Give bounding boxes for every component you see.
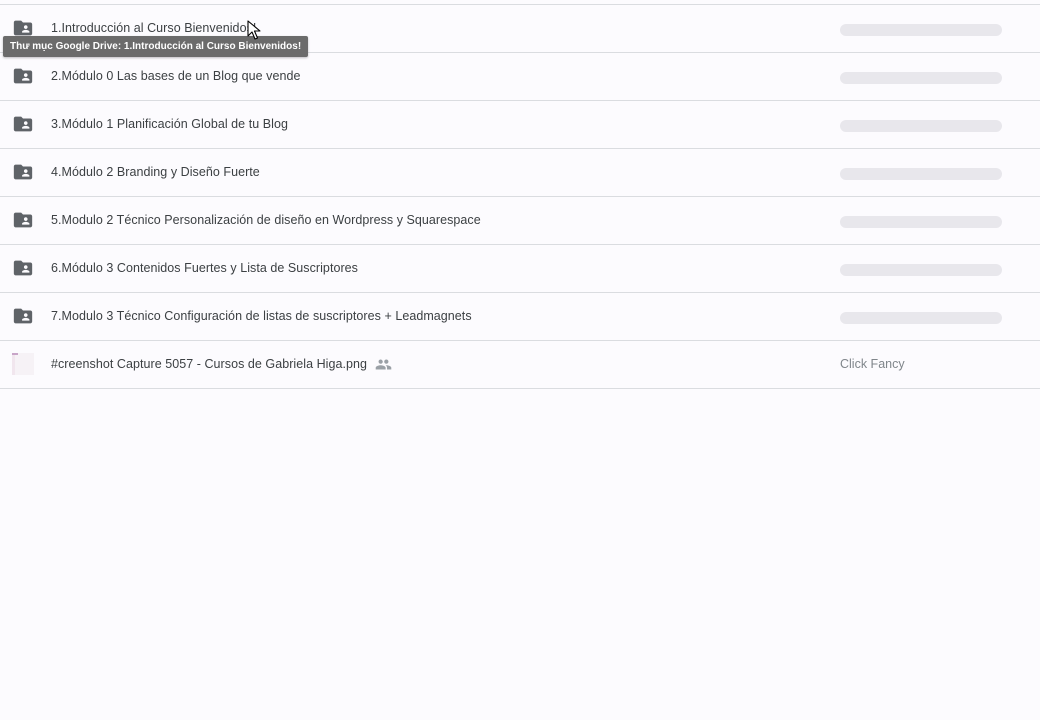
file-name[interactable]: 2.Módulo 0 Las bases de un Blog que vend… bbox=[51, 69, 300, 83]
file-name[interactable]: #creenshot Capture 5057 - Cursos de Gabr… bbox=[51, 357, 367, 371]
file-row-folder[interactable]: 4.Módulo 2 Branding y Diseño Fuerte bbox=[0, 149, 1040, 197]
owner-loading-placeholder bbox=[840, 312, 1002, 324]
shared-folder-icon bbox=[13, 164, 33, 180]
owner-loading-placeholder bbox=[840, 168, 1002, 180]
file-row-folder[interactable]: 3.Módulo 1 Planificación Global de tu Bl… bbox=[0, 101, 1040, 149]
owner-name: Click Fancy bbox=[840, 357, 905, 371]
file-name[interactable]: 6.Módulo 3 Contenidos Fuertes y Lista de… bbox=[51, 261, 358, 275]
mouse-cursor-icon bbox=[247, 20, 261, 40]
owner-loading-placeholder bbox=[840, 120, 1002, 132]
shared-folder-icon bbox=[13, 260, 33, 276]
file-row-folder[interactable]: 5.Modulo 2 Técnico Personalización de di… bbox=[0, 197, 1040, 245]
shared-folder-icon bbox=[13, 212, 33, 228]
file-row-image[interactable]: #creenshot Capture 5057 - Cursos de Gabr… bbox=[0, 341, 1040, 389]
file-row-folder[interactable]: 6.Módulo 3 Contenidos Fuertes y Lista de… bbox=[0, 245, 1040, 293]
file-row-folder[interactable]: 7.Modulo 3 Técnico Configuración de list… bbox=[0, 293, 1040, 341]
shared-folder-icon bbox=[13, 68, 33, 84]
folder-tooltip: Thư mục Google Drive: 1.Introducción al … bbox=[3, 36, 309, 57]
drive-file-list-page: 1.Introducción al Curso Bienvenidos! 2.M… bbox=[0, 0, 1040, 720]
file-name[interactable]: 5.Modulo 2 Técnico Personalización de di… bbox=[51, 213, 481, 227]
file-row-folder[interactable]: 2.Módulo 0 Las bases de un Blog que vend… bbox=[0, 53, 1040, 101]
file-name[interactable]: 3.Módulo 1 Planificación Global de tu Bl… bbox=[51, 117, 288, 131]
owner-loading-placeholder bbox=[840, 72, 1002, 84]
owner-loading-placeholder bbox=[840, 264, 1002, 276]
owner-loading-placeholder bbox=[840, 216, 1002, 228]
file-list: 1.Introducción al Curso Bienvenidos! 2.M… bbox=[0, 4, 1040, 389]
shared-folder-icon bbox=[13, 308, 33, 324]
people-icon bbox=[375, 359, 392, 370]
file-name[interactable]: 1.Introducción al Curso Bienvenidos! bbox=[51, 21, 256, 35]
owner-loading-placeholder bbox=[840, 24, 1002, 36]
file-name[interactable]: 4.Módulo 2 Branding y Diseño Fuerte bbox=[51, 165, 260, 179]
file-name[interactable]: 7.Modulo 3 Técnico Configuración de list… bbox=[51, 309, 472, 323]
image-thumbnail bbox=[12, 353, 34, 375]
shared-folder-icon bbox=[13, 116, 33, 132]
